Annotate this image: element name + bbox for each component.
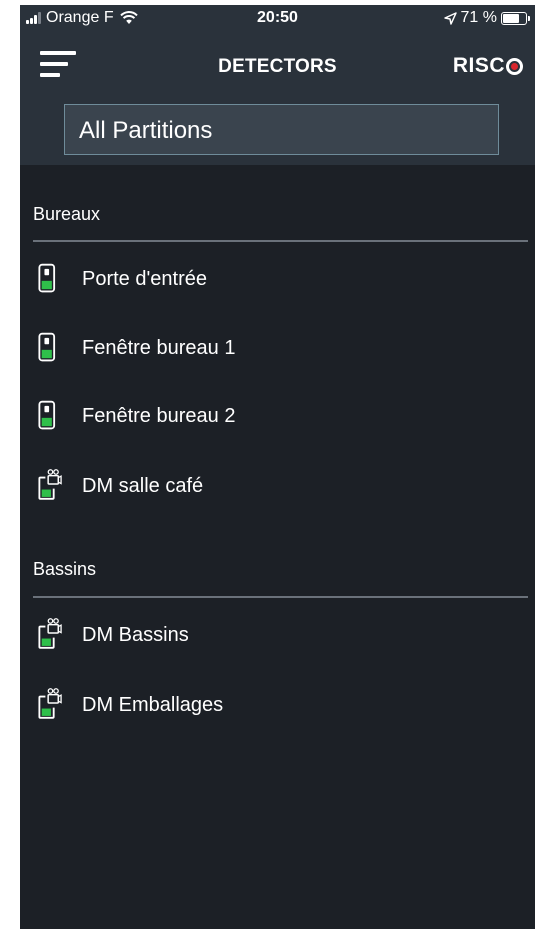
- detector-row[interactable]: Fenêtre bureau 1: [20, 323, 535, 373]
- brand-logo-mark-icon: [506, 57, 523, 75]
- door-contact-icon: [38, 263, 56, 293]
- detector-label: Porte d'entrée: [82, 268, 208, 290]
- status-right: 71 %: [443, 9, 530, 27]
- battery-percentage: 71 %: [460, 9, 497, 26]
- door-contact-icon: [38, 332, 56, 362]
- detector-label: DM Bassins: [82, 624, 189, 646]
- camera-motion-detector-icon: [38, 618, 62, 649]
- detector-label: Fenêtre bureau 1: [82, 337, 236, 359]
- door-contact-icon: [38, 400, 56, 430]
- status-bar: Orange F 20:50 71 %: [20, 5, 535, 31]
- battery-level-fill: [503, 13, 519, 23]
- risco-logo: RISC: [453, 54, 523, 78]
- detector-label: DM salle café: [82, 475, 204, 497]
- camera-motion-detector-icon: [38, 688, 62, 719]
- camera-motion-detector-icon: [38, 469, 62, 500]
- detector-row[interactable]: DM Bassins: [20, 610, 535, 660]
- section-title: Bureaux: [33, 204, 101, 224]
- battery-icon: [501, 11, 530, 25]
- location-arrow-icon: [443, 11, 457, 25]
- detector-row[interactable]: Porte d'entrée: [20, 254, 535, 304]
- brand-text: RISC: [452, 54, 505, 77]
- detector-row[interactable]: DM Emballages: [20, 680, 535, 730]
- detector-label: DM Emballages: [82, 694, 224, 716]
- partition-select[interactable]: All Partitions: [64, 104, 499, 155]
- section-divider: [33, 240, 528, 242]
- app-header: DETECTORS RISC: [20, 31, 535, 95]
- partition-filter-bar: All Partitions: [20, 95, 535, 165]
- detector-row[interactable]: Fenêtre bureau 2: [20, 391, 535, 441]
- detector-label: Fenêtre bureau 2: [82, 405, 236, 427]
- section-title: Bassins: [33, 559, 97, 579]
- section-divider: [33, 596, 528, 598]
- detector-row[interactable]: DM salle café: [20, 461, 535, 511]
- detectors-screen: Orange F 20:50 71 % DETECTORS RISC All P…: [20, 5, 535, 929]
